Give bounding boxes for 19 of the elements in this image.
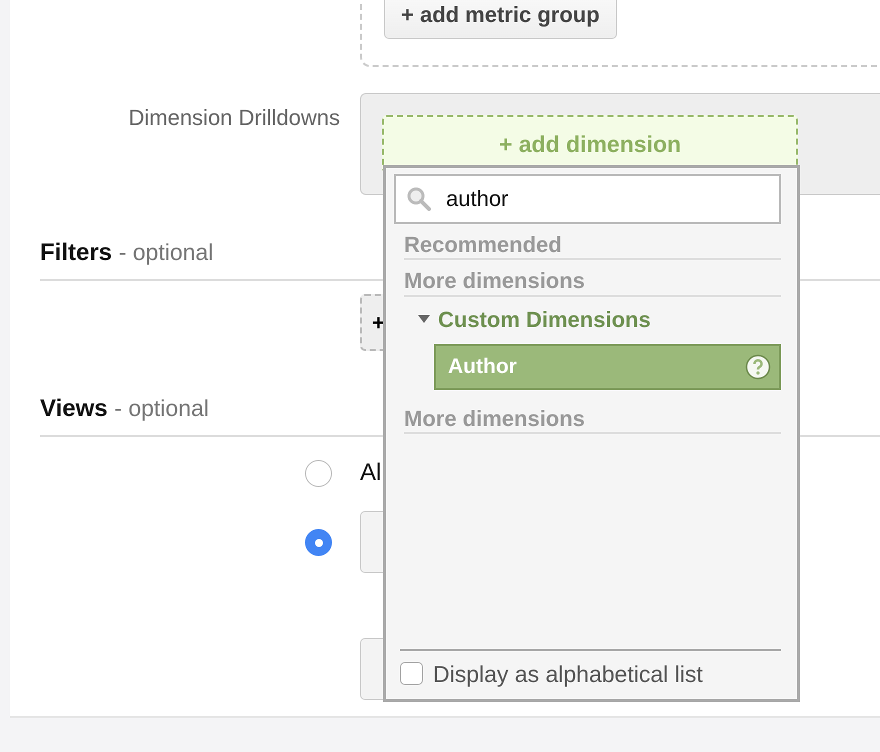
- section-header: More dimensions: [404, 260, 781, 297]
- dimension-item[interactable]: Author: [434, 344, 781, 390]
- field-label: Dimension Drilldowns: [127, 104, 340, 132]
- group-toggle[interactable]: Custom Dimensions: [418, 302, 781, 336]
- help-icon[interactable]: [745, 354, 771, 380]
- optional-hint: - optional: [118, 239, 214, 265]
- add-metric-group-button[interactable]: + add metric group: [384, 0, 617, 39]
- checkbox-label: Display as alphabetical list: [433, 660, 703, 689]
- section-title: Filters: [40, 239, 112, 266]
- option-label: Al: [360, 458, 382, 488]
- section-header: More dimensions: [404, 398, 781, 434]
- optional-hint: - optional: [114, 395, 209, 421]
- section-header: Recommended: [404, 224, 781, 260]
- checkbox[interactable]: [400, 662, 423, 686]
- caret-icon: [418, 315, 430, 324]
- radio-button[interactable]: [305, 528, 332, 556]
- section-title: Views: [40, 395, 108, 422]
- search-field[interactable]: author: [394, 174, 781, 224]
- radio-button[interactable]: [305, 460, 332, 486]
